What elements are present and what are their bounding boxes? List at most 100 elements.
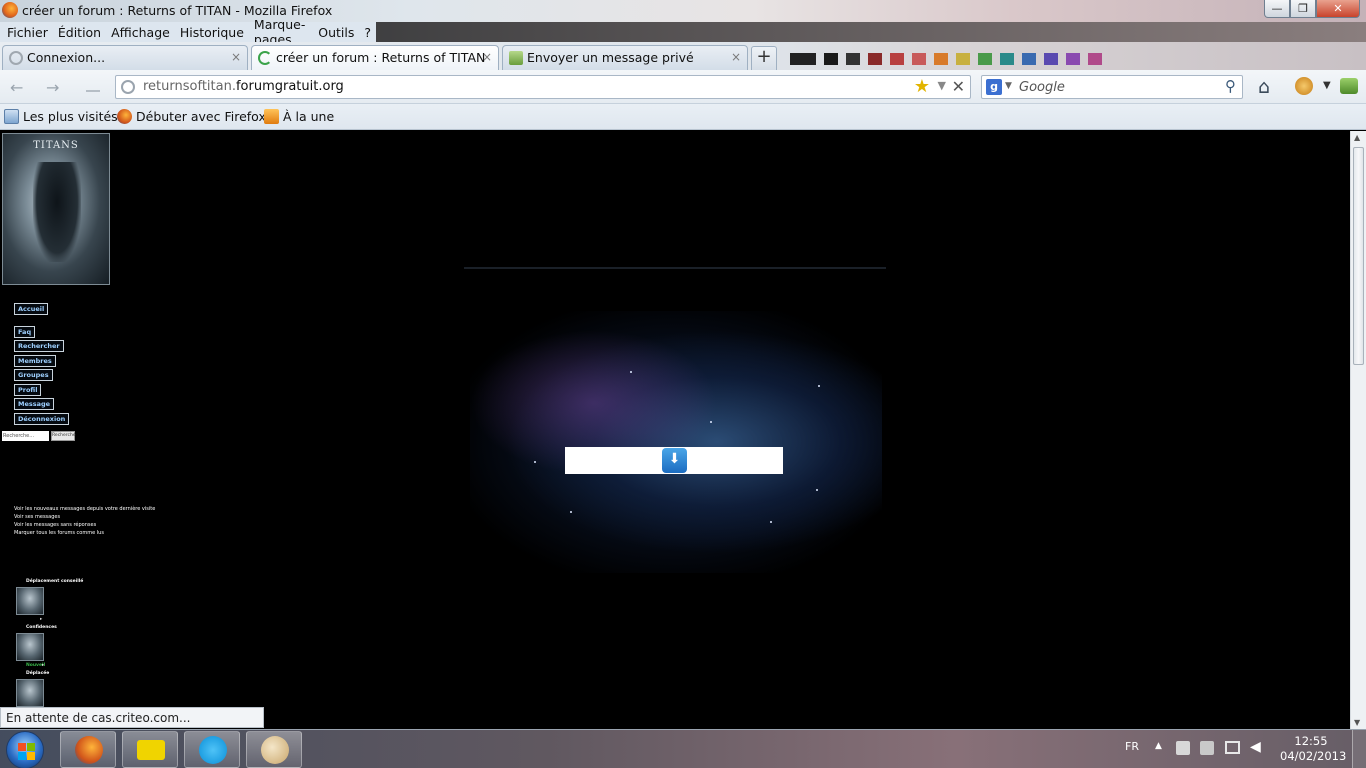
scroll-thumb[interactable] [1353, 147, 1364, 365]
menu-fichier[interactable]: Fichier [2, 25, 53, 40]
bookmark-a-la-une[interactable]: À la une [264, 109, 334, 124]
scroll-down-icon[interactable]: ▼ [1354, 718, 1360, 727]
window-title: créer un forum : Returns of TITAN - Mozi… [22, 3, 333, 18]
forum-banner[interactable]: TITANS [2, 133, 110, 285]
loading-spinner-icon [9, 51, 23, 65]
stop-button[interactable]: ✕ [952, 77, 965, 96]
windows-logo-icon [27, 743, 35, 751]
network-icon[interactable] [1225, 741, 1240, 754]
space-background [470, 311, 882, 573]
menu-edition[interactable]: Édition [53, 25, 106, 40]
nav-membres[interactable]: Membres [14, 355, 56, 367]
link-new-messages[interactable]: Voir les nouveaux messages depuis votre … [14, 506, 155, 514]
action-center-icon[interactable] [1176, 741, 1190, 755]
back-button[interactable]: ← [10, 78, 23, 97]
bookmark-les-plus-visites[interactable]: Les plus visités [4, 109, 118, 124]
menu-historique[interactable]: Historique [175, 25, 249, 40]
close-button[interactable]: ✕ [1316, 0, 1360, 18]
history-dropdown-icon[interactable]: ▼ [938, 79, 946, 92]
tab-label: Connexion... [27, 50, 106, 65]
nav-accueil[interactable]: Accueil [14, 303, 49, 315]
menu-affichage[interactable]: Affichage [106, 25, 175, 40]
addon-monkey-icon[interactable] [1295, 77, 1313, 95]
tab-label: créer un forum : Returns of TITAN [276, 50, 486, 65]
taskbar-skype[interactable] [184, 731, 240, 768]
download-icon[interactable]: ⬇ [662, 448, 687, 473]
show-desktop-button[interactable] [1352, 730, 1366, 768]
search-input[interactable]: Google [1019, 80, 1065, 95]
status-bar: En attente de cas.criteo.com... [0, 707, 264, 728]
star-dot [770, 521, 772, 523]
bookmark-star-icon[interactable]: ★ [914, 76, 930, 97]
search-icon[interactable]: ⚲ [1225, 77, 1236, 95]
forum-search-button[interactable]: Recherche [51, 431, 76, 441]
menu-help[interactable]: ? [359, 25, 376, 40]
widget-thumbnail[interactable] [16, 679, 44, 707]
tab-close-icon[interactable]: × [482, 50, 492, 64]
widget-title: Déplacement conseillé [26, 579, 84, 584]
addon-extension-icon[interactable] [1340, 78, 1358, 94]
optus-icon [137, 740, 165, 760]
scroll-up-icon[interactable]: ▲ [1354, 133, 1360, 142]
clock-date: 04/02/2013 [1280, 749, 1347, 763]
google-icon[interactable]: g [986, 79, 1002, 95]
firefox-logo-icon [2, 2, 18, 18]
address-bar[interactable]: returnsoftitan.forumgratuit.org ★ ▼ ✕ [115, 75, 971, 99]
tab-connexion[interactable]: Connexion... × [2, 45, 248, 70]
widget-title: Confidences [26, 625, 57, 630]
tab-bar: Connexion... × créer un forum : Returns … [0, 42, 1366, 71]
start-button[interactable] [6, 731, 44, 768]
bookmark-debuter-firefox[interactable]: Débuter avec Firefox [117, 109, 266, 124]
menu-outils[interactable]: Outils [313, 25, 359, 40]
update-icon[interactable] [1200, 741, 1214, 755]
addon-dropdown-icon[interactable]: ▼ [1323, 80, 1331, 91]
minimize-button[interactable]: — [1264, 0, 1290, 18]
tab-close-icon[interactable]: × [231, 50, 241, 64]
nav-deconnexion[interactable]: Déconnexion [14, 413, 70, 425]
divider [464, 267, 886, 269]
star-dot [818, 385, 820, 387]
link-unanswered[interactable]: Voir les messages sans réponses [14, 522, 155, 530]
forum-search-input[interactable]: Recherche... [2, 431, 49, 441]
widget-thumbnail[interactable] [16, 587, 44, 615]
tab-creer-un-forum[interactable]: créer un forum : Returns of TITAN × [251, 45, 499, 71]
menu-bar-background [376, 22, 1366, 42]
taskbar-firefox[interactable] [60, 731, 116, 768]
nav-faq[interactable]: Faq [14, 326, 36, 338]
most-visited-icon [4, 109, 19, 124]
titan-figure [33, 162, 81, 262]
link-my-messages[interactable]: Voir ses messages [14, 514, 155, 522]
title-bar: créer un forum : Returns of TITAN - Mozi… [0, 0, 1366, 22]
engine-dropdown-icon[interactable]: ▼ [1005, 81, 1012, 91]
paint-palette-icon [261, 736, 289, 764]
clock-time: 12:55 [1294, 734, 1328, 748]
volume-icon[interactable]: ◀ [1250, 739, 1261, 755]
home-button[interactable]: ⌂ [1258, 76, 1270, 98]
taskbar-optus[interactable] [122, 731, 178, 768]
search-bar[interactable]: g ▼ Google ⚲ [981, 75, 1243, 99]
tray-expand-icon[interactable]: ▲ [1155, 741, 1162, 751]
link-mark-read[interactable]: Marquer tous les forums comme lus [14, 530, 155, 538]
widget-arrow: ▸ [40, 617, 43, 622]
nav-profil[interactable]: Profil [14, 384, 42, 396]
widget-title: Déplacée [26, 671, 50, 676]
star-dot [570, 511, 572, 513]
nav-message[interactable]: Message [14, 398, 55, 410]
clock[interactable]: 12:55 04/02/2013 [1280, 734, 1347, 764]
page-scrollbar[interactable]: ▲ ▼ [1350, 131, 1366, 729]
tab-envoyer-message[interactable]: Envoyer un message privé × [502, 45, 748, 70]
maximize-button[interactable]: ❐ [1290, 0, 1316, 18]
window-controls: — ❐ ✕ [1264, 0, 1360, 18]
language-indicator[interactable]: FR [1125, 740, 1139, 753]
widget-thumbnail[interactable] [16, 633, 44, 661]
url-text[interactable]: returnsoftitan.forumgratuit.org [143, 79, 344, 94]
banner-title: TITANS [33, 140, 79, 151]
new-tab-button[interactable]: + [751, 46, 777, 70]
forward-button[interactable]: → [46, 78, 59, 97]
loading-spinner-icon [258, 51, 272, 65]
nav-groupes[interactable]: Groupes [14, 369, 53, 381]
download-box[interactable]: ⬇ [565, 447, 783, 474]
tab-close-icon[interactable]: × [731, 50, 741, 64]
nav-rechercher[interactable]: Rechercher [14, 340, 64, 352]
taskbar-paint[interactable] [246, 731, 302, 768]
